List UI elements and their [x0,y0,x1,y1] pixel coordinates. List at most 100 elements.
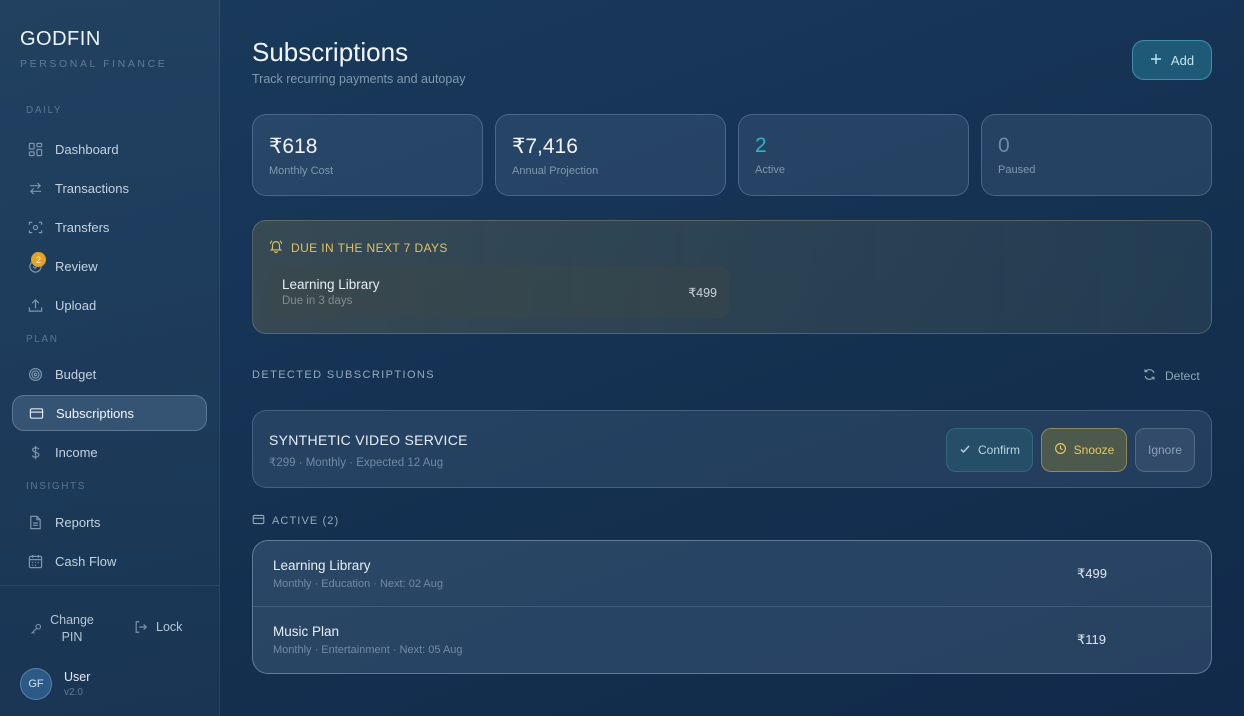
add-label: Add [1170,52,1195,68]
sidebar-item-income[interactable]: Income [12,434,207,470]
sidebar-footer: Change PIN Lock GF User v2.0 [0,585,219,716]
add-subscription-button[interactable]: Add [1132,40,1212,80]
sidebar-item-label: Reports [55,514,101,530]
sidebar-item-review[interactable]: 2 Review [12,248,207,284]
key-icon [30,623,42,635]
arrows-icon [27,180,43,196]
user-profile[interactable]: GF User v2.0 [20,668,90,700]
document-icon [27,514,43,530]
clock-icon [1054,442,1067,458]
list-item[interactable]: Learning Library Monthly · Education · N… [253,541,1211,607]
ignore-label: Ignore [1147,443,1183,457]
sidebar-item-transactions[interactable]: Transactions [12,170,207,206]
sidebar-item-dashboard[interactable]: Dashboard [12,131,207,167]
detect-label: Detect [1165,369,1200,383]
detected-heading: DETECTED SUBSCRIPTIONS [252,369,435,381]
page-title: Subscriptions [252,37,409,67]
nav-section-insights: INSIGHTS [26,481,87,492]
sidebar-item-label: Transfers [55,219,110,235]
lock-label: Lock [156,620,183,634]
subscription-amount: ₹499 [1077,566,1107,581]
sidebar-item-label: Upload [55,297,97,313]
snooze-button[interactable]: Snooze [1041,428,1127,472]
check-icon [959,443,971,458]
due-item-name: Learning Library [282,277,380,292]
stat-value: 0 [998,134,1010,157]
upload-icon [27,297,43,313]
due-soon-title: DUE IN THE NEXT 7 DAYS [291,240,448,255]
card-icon [252,513,265,529]
plus-icon [1150,53,1162,68]
sidebar-item-label: Subscriptions [56,405,135,421]
nav-section-plan: PLAN [26,334,59,345]
stat-card-paused: 0 Paused [981,114,1212,196]
sidebar-item-upload[interactable]: Upload [12,287,207,323]
change-pin-button[interactable]: Change PIN [30,612,94,646]
logout-icon [134,620,148,634]
due-soon-heading: DUE IN THE NEXT 7 DAYS [269,239,448,256]
sidebar-item-transfers[interactable]: Transfers [12,209,207,245]
detected-subscription-card: SYNTHETIC VIDEO SERVICE ₹299 · Monthly ·… [252,410,1212,488]
target-icon [27,366,43,382]
dollar-icon [27,444,43,460]
stat-value: ₹618 [269,135,318,158]
brand: GODFIN PERSONAL FINANCE [20,28,167,70]
due-item-meta: Due in 3 days [282,295,353,307]
sidebar-item-label: Budget [55,366,97,382]
due-soon-panel: DUE IN THE NEXT 7 DAYS Learning Library … [252,220,1212,334]
lock-button[interactable]: Lock [134,620,182,634]
subscription-amount: ₹119 [1077,632,1106,647]
review-count-badge: 2 [31,252,46,267]
active-heading: ACTIVE (2) [252,513,339,529]
list-item[interactable]: Music Plan Monthly · Entertainment · Nex… [253,607,1211,673]
calendar-icon [27,553,43,569]
subscription-meta: Monthly · Entertainment · Next: 05 Aug [273,644,463,656]
user-name: User [64,670,91,684]
card-icon [28,405,44,421]
active-title: ACTIVE (2) [272,515,340,527]
stat-value: ₹7,416 [512,135,578,158]
stat-card-active: 2 Active [738,114,969,196]
confirm-label: Confirm [977,443,1020,457]
stat-label: Active [755,164,785,176]
main-content: Subscriptions Track recurring payments a… [220,0,1244,716]
page-subtitle: Track recurring payments and autopay [252,72,466,86]
app-root: GODFIN PERSONAL FINANCE DAILY Dashboard … [0,0,1244,716]
sidebar-item-budget[interactable]: Budget [12,356,207,392]
stat-label: Monthly Cost [269,165,334,177]
sidebar: GODFIN PERSONAL FINANCE DAILY Dashboard … [0,0,220,716]
stat-card-annual-projection: ₹7,416 Annual Projection [495,114,726,196]
detected-name: SYNTHETIC VIDEO SERVICE [269,432,468,448]
nav-section-daily: DAILY [26,105,63,116]
stat-card-monthly-cost: ₹618 Monthly Cost [252,114,483,196]
app-version: v2.0 [64,687,83,698]
sidebar-item-label: Review [55,258,98,274]
detected-meta: ₹299 · Monthly · Expected 12 Aug [269,457,444,469]
confirm-button[interactable]: Confirm [946,428,1033,472]
sidebar-item-cash-flow[interactable]: Cash Flow [12,543,207,579]
brand-name: GODFIN [20,28,101,50]
sidebar-item-subscriptions[interactable]: Subscriptions [12,395,207,431]
sidebar-item-label: Dashboard [55,141,119,157]
due-item-amount: ₹499 [688,286,717,300]
refresh-icon [1143,368,1156,384]
scan-icon [27,219,43,235]
sidebar-nav: DAILY Dashboard Transactions Transfers 2… [12,104,207,582]
subscription-name: Music Plan [273,624,340,639]
sidebar-item-label: Transactions [55,180,129,196]
subscription-name: Learning Library [273,558,371,573]
grid-icon [27,141,43,157]
detect-button[interactable]: Detect [1143,368,1200,384]
bell-icon [269,239,283,256]
sidebar-item-reports[interactable]: Reports [12,504,207,540]
stat-value: 2 [755,134,767,157]
snooze-label: Snooze [1073,443,1115,457]
due-item[interactable]: Learning Library Due in 3 days ₹499 [269,266,729,318]
ignore-button[interactable]: Ignore [1135,428,1195,472]
subscription-meta: Monthly · Education · Next: 02 Aug [273,578,443,590]
stat-label: Annual Projection [512,165,599,177]
avatar: GF [20,668,52,700]
change-pin-label: Change PIN [50,613,94,644]
stat-label: Paused [998,164,1036,176]
active-subscriptions-list: Learning Library Monthly · Education · N… [252,540,1212,674]
